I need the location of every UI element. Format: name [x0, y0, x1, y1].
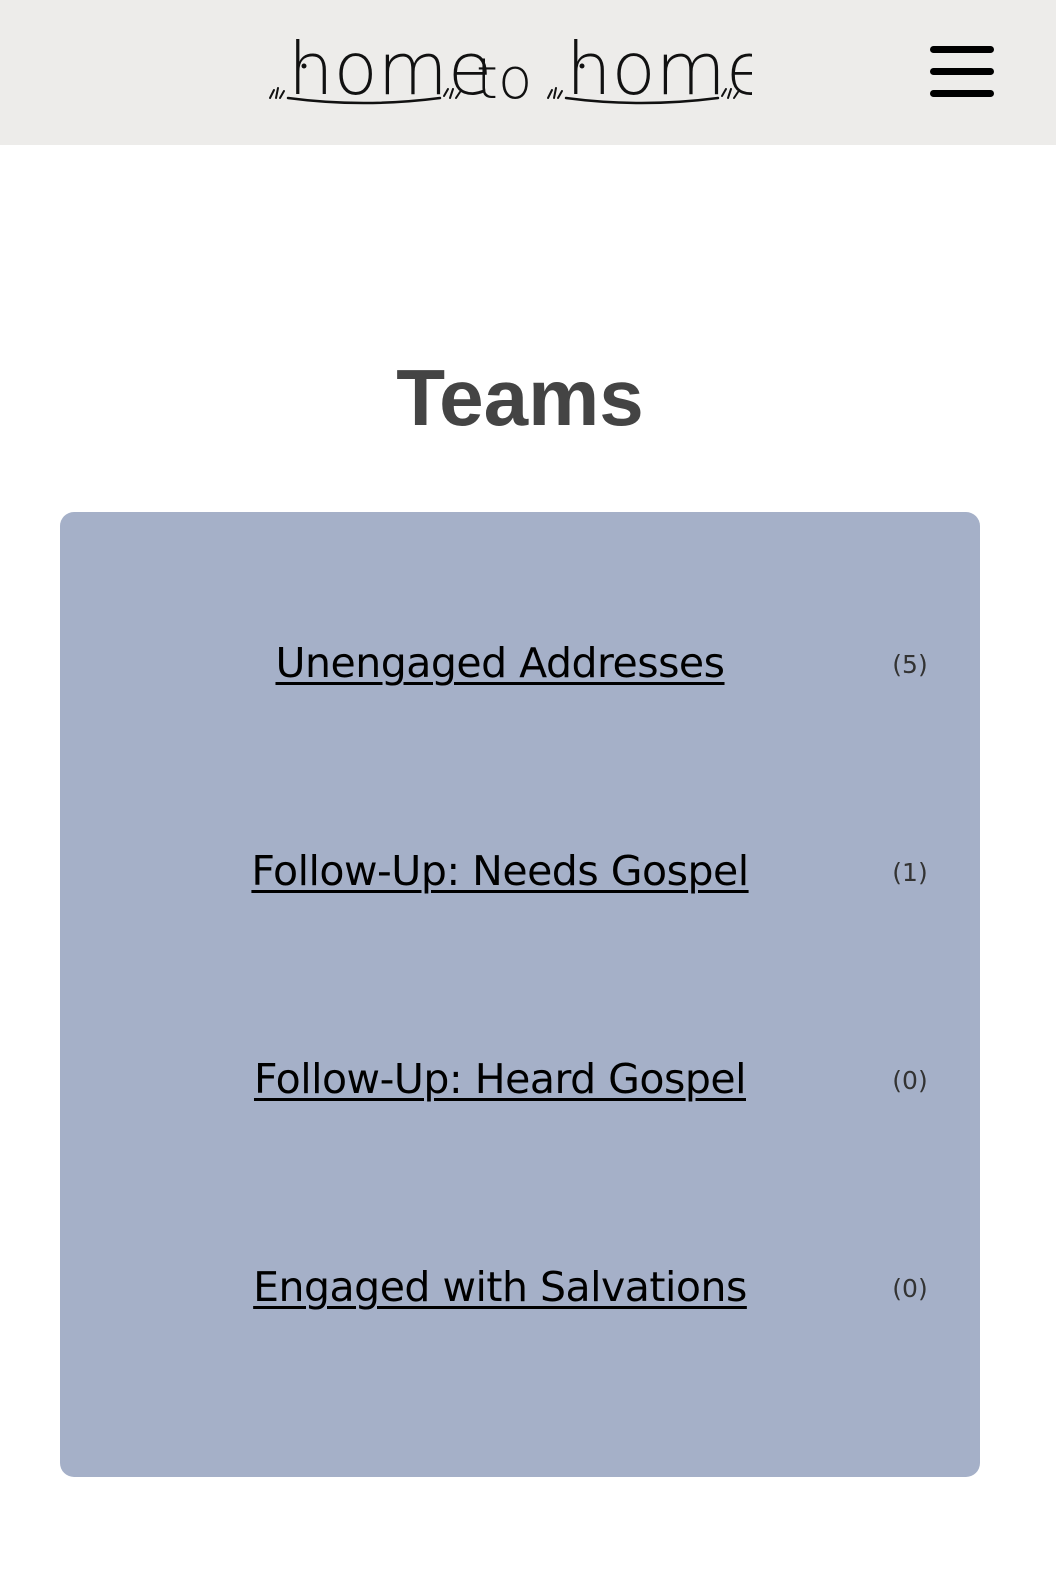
- site-header: home to home: [0, 0, 1056, 145]
- team-row: Follow-Up: Heard Gospel (0): [60, 1044, 980, 1114]
- team-row: Follow-Up: Needs Gospel (1): [60, 836, 980, 906]
- teams-panel: Unengaged Addresses (5) Follow-Up: Needs…: [60, 512, 980, 1477]
- logo-word-home-right: home: [566, 27, 752, 111]
- team-link-engaged-with-salvations[interactable]: Engaged with Salvations: [180, 1252, 820, 1322]
- team-row: Unengaged Addresses (5): [60, 628, 980, 698]
- team-link-unengaged-addresses[interactable]: Unengaged Addresses: [180, 628, 820, 698]
- menu-bar-middle: [930, 68, 994, 75]
- team-link-follow-up-heard-gospel[interactable]: Follow-Up: Heard Gospel: [180, 1044, 820, 1114]
- team-link-follow-up-needs-gospel[interactable]: Follow-Up: Needs Gospel: [180, 836, 820, 906]
- hamburger-menu-icon[interactable]: [930, 46, 994, 98]
- menu-bar-bottom: [930, 90, 994, 97]
- home-to-home-logo[interactable]: home to home: [268, 14, 752, 114]
- team-row: Engaged with Salvations (0): [60, 1252, 980, 1322]
- team-count: (5): [892, 650, 928, 679]
- team-count: (1): [892, 858, 928, 887]
- team-count: (0): [892, 1274, 928, 1303]
- menu-bar-top: [930, 46, 994, 53]
- team-count: (0): [892, 1066, 928, 1095]
- logo-word-to: to: [476, 47, 532, 112]
- page-title: Teams: [396, 353, 644, 442]
- logo-word-home-left: home: [288, 27, 492, 111]
